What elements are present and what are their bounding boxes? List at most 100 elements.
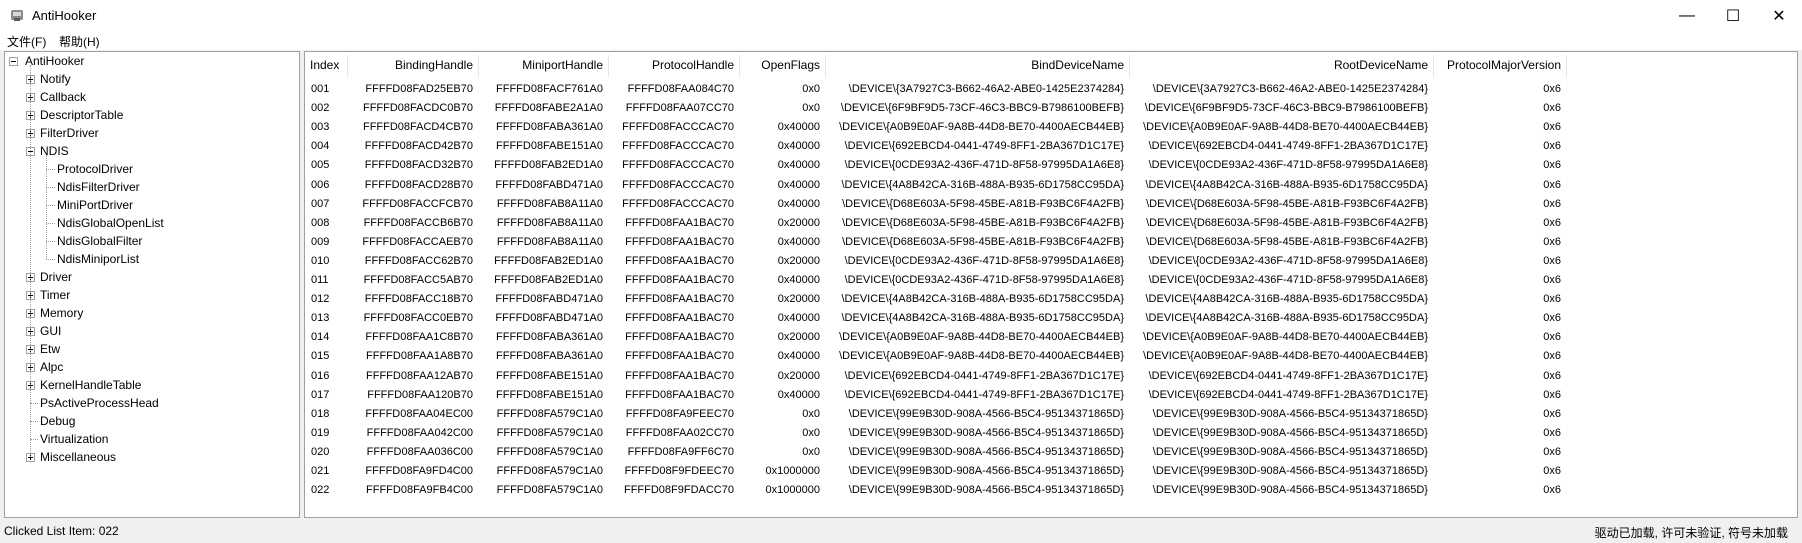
cell-protocol-handle: FFFFD08FACCCAC70 [622,121,734,134]
table-row[interactable]: 010 FFFFD08FACC62B70 FFFFD08FAB2ED1A0 FFFFD… [305,252,1797,271]
collapse-icon[interactable] [9,57,18,66]
cell-protocol-handle: FFFFD08FAA1BAC70 [625,274,734,286]
column-header-open-flags[interactable]: OpenFlags [740,55,826,77]
cell-index: 002 [311,102,330,115]
protocol-list[interactable]: Index BindingHandle MiniportHandle Protocol… [304,51,1798,518]
cell-index: 017 [311,388,330,401]
tree-node-notify[interactable]: Notify [5,70,295,88]
table-row[interactable]: 015 FFFFD08FAA1A8B70 FFFFD08FABA361A0 FFFFD… [305,347,1797,366]
table-row[interactable]: 018 FFFFD08FAA04EC00 FFFFD08FA579C1A0 FFFFD… [305,405,1797,424]
cell-bind-device-name: \DEVICE\{3A7927C3-B662-46A2-ABE0-1425E23… [848,83,1124,95]
table-row[interactable]: 012 FFFFD08FACC18B70 FFFFD08FABD471A0 FFFFD… [305,290,1797,309]
cell-bind-device-name: \DEVICE\{692EBCD4-0441-4749-8FF1-2BA367D… [844,388,1124,401]
cell-protocol-handle: FFFFD08FAA1BAC70 [625,235,734,248]
minimize-icon: — [1679,6,1695,24]
cell-open-flags: 0x40000 [777,235,820,248]
column-header-bind-device-name[interactable]: BindDeviceName [826,55,1130,77]
table-row[interactable]: 017 FFFFD08FAA120B70 FFFFD08FABE151A0 FFFFD… [305,386,1797,405]
table-row[interactable]: 003 FFFFD08FACD4CB70 FFFFD08FABA361A0 FFFFD… [305,118,1797,137]
tree-node-ndisminiporlist[interactable]: NdisMiniporList [5,250,295,268]
table-row[interactable]: 011 FFFFD08FACC5AB70 FFFFD08FAB2ED1A0 FFFFD… [305,271,1797,290]
cell-open-flags: 0x0 [802,426,820,439]
table-row[interactable]: 005 FFFFD08FACD32B70 FFFFD08FAB2ED1A0 FFFFD… [305,156,1797,175]
column-header-miniport-handle[interactable]: MiniportHandle [479,55,609,77]
cell-miniport-handle: FFFFD08FAB8A11A0 [496,235,603,248]
table-row[interactable]: 016 FFFFD08FAA12AB70 FFFFD08FABE151A0 FFFFD… [305,367,1797,386]
table-row[interactable]: 019 FFFFD08FAA042C00 FFFFD08FA579C1A0 FFFFD… [305,424,1797,443]
column-header-protocol-handle[interactable]: ProtocolHandle [609,55,740,77]
cell-index: 005 [311,159,330,172]
cell-root-device-name: \DEVICE\{A0B9E0AF-9A8B-44D8-BE70-4400AEC… [1143,350,1428,363]
cell-index: 019 [311,426,330,439]
tree-node-memory[interactable]: Memory [5,304,295,322]
tree-node-kernelhandletable[interactable]: KernelHandleTable [5,376,295,394]
tree-node-timer[interactable]: Timer [5,286,295,304]
tree-node-label: Notify [40,72,71,86]
cell-root-device-name: \DEVICE\{D68E603A-5F98-45BE-A81B-F93BC6F… [1146,235,1428,248]
table-row[interactable]: 013 FFFFD08FACC0EB70 FFFFD08FABD471A0 FFFFD… [305,309,1797,328]
tree-node-protocoldriver[interactable]: ProtocolDriver [5,160,295,178]
tree-node-descriptortable[interactable]: DescriptorTable [5,106,295,124]
table-row[interactable]: 007 FFFFD08FACCFCB70 FFFFD08FAB8A11A0 FFFFD… [305,195,1797,214]
tree-node-virtualization[interactable]: Virtualization [5,430,295,448]
table-row[interactable]: 006 FFFFD08FACD28B70 FFFFD08FABD471A0 FFFFD… [305,176,1797,195]
cell-root-device-name: \DEVICE\{99E9B30D-908A-4566-B5C4-9513437… [1152,426,1428,439]
tree-node-miscellaneous[interactable]: Miscellaneous [5,448,295,466]
table-row[interactable]: 008 FFFFD08FACCB6B70 FFFFD08FAB8A11A0 FFFFD… [305,214,1797,233]
cell-bind-device-name: \DEVICE\{D68E603A-5F98-45BE-A81B-F93BC6F… [842,197,1124,210]
column-header-root-device-name[interactable]: RootDeviceName [1130,55,1434,77]
tree-node-psactiveprocesshead[interactable]: PsActiveProcessHead [5,394,295,412]
table-row[interactable]: 001 FFFFD08FAD25EB70 FFFFD08FACF761A0 FFFFD… [305,80,1797,99]
tree-node-label: NDIS [40,144,69,158]
tree-node-etw[interactable]: Etw [5,340,295,358]
cell-binding-handle: FFFFD08FACD32B70 [364,159,473,172]
status-bar: Clicked List Item: 022 驱动已加载, 许可未验证, 符号未… [0,520,1802,543]
cell-open-flags: 0x40000 [777,140,820,153]
table-row[interactable]: 022 FFFFD08FA9FB4C00 FFFFD08FA579C1A0 FFFFD… [305,481,1797,500]
cell-miniport-handle: FFFFD08FABE151A0 [496,369,603,382]
tree-node-debug[interactable]: Debug [5,412,295,430]
tree-node-ndis[interactable]: NDIS [5,142,295,160]
menu-file[interactable]: 文件(F) [7,33,46,50]
navigation-tree[interactable]: AntiHooker Notify Callback DescriptorTable F… [4,51,300,518]
menu-help[interactable]: 帮助(H) [59,33,100,50]
maximize-button[interactable]: ☐ [1710,0,1756,31]
tree-node-ndisglobalfilter[interactable]: NdisGlobalFilter [5,232,295,250]
cell-miniport-handle: FFFFD08FA579C1A0 [496,445,603,458]
cell-protocol-major-version: 0x6 [1543,83,1561,95]
tree-node-antihooker[interactable]: AntiHooker [5,52,295,70]
table-row[interactable]: 014 FFFFD08FAA1C8B70 FFFFD08FABA361A0 FFFFD… [305,328,1797,347]
cell-protocol-handle: FFFFD08FACCCAC70 [622,197,734,210]
tree-node-filterdriver[interactable]: FilterDriver [5,124,295,142]
tree-node-label: NdisGlobalFilter [57,234,143,248]
table-row[interactable]: 009 FFFFD08FACCAEB70 FFFFD08FAB8A11A0 FFFFD… [305,233,1797,252]
column-header-protocol-major-version[interactable]: ProtocolMajorVersion [1434,55,1567,77]
cell-index: 016 [311,369,330,382]
cell-open-flags: 0x20000 [777,293,820,306]
table-row[interactable]: 004 FFFFD08FACD42B70 FFFFD08FABE151A0 FFFFD… [305,137,1797,156]
cell-miniport-handle: FFFFD08FABD471A0 [495,312,603,325]
tree-node-ndisfilterdriver[interactable]: NdisFilterDriver [5,178,295,196]
cell-miniport-handle: FFFFD08FA579C1A0 [496,407,603,420]
cell-binding-handle: FFFFD08FACD4CB70 [362,121,473,134]
column-header-binding-handle[interactable]: BindingHandle [348,55,479,77]
column-header-index[interactable]: Index [305,55,348,77]
tree-node-alpc[interactable]: Alpc [5,358,295,376]
table-row[interactable]: 002 FFFFD08FACDC0B70 FFFFD08FABE2A1A0 FFFFD… [305,99,1797,118]
cell-binding-handle: FFFFD08FACC18B70 [364,293,473,306]
minimize-button[interactable]: — [1664,0,1710,31]
cell-root-device-name: \DEVICE\{3A7927C3-B662-46A2-ABE0-1425E23… [1152,83,1428,95]
cell-protocol-handle: FFFFD08FA9FF6C70 [627,445,734,458]
tree-connector [46,205,55,206]
table-row[interactable]: 021 FFFFD08FA9FD4C00 FFFFD08FA579C1A0 FFFFD… [305,462,1797,481]
tree-node-gui[interactable]: GUI [5,322,295,340]
tree-node-driver[interactable]: Driver [5,268,295,286]
cell-protocol-handle: FFFFD08FAA02CC70 [625,426,734,439]
cell-binding-handle: FFFFD08FACCB6B70 [363,216,473,229]
tree-node-callback[interactable]: Callback [5,88,295,106]
close-button[interactable]: ✕ [1756,0,1802,31]
table-row[interactable]: 020 FFFFD08FAA036C00 FFFFD08FA579C1A0 FFFFD… [305,443,1797,462]
tree-node-ndisglobalopenlist[interactable]: NdisGlobalOpenList [5,214,295,232]
tree-node-miniportdriver[interactable]: MiniPortDriver [5,196,295,214]
cell-protocol-handle: FFFFD08FAA1BAC70 [625,388,734,401]
